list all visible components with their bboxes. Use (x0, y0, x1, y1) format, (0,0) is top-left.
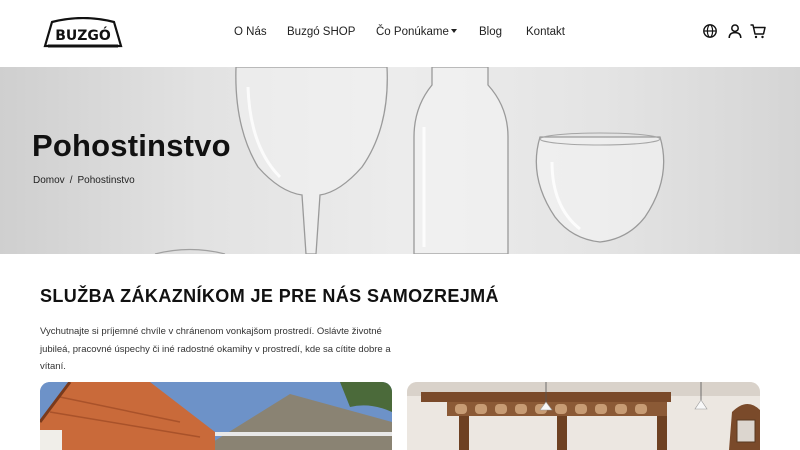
breadcrumb: Domov / Pohostinstvo (33, 175, 135, 186)
nav-item-co-ponukame[interactable]: Čo Ponúkame (376, 26, 457, 38)
nav-item-o-nas[interactable]: O Nás (234, 26, 267, 38)
chevron-down-icon (450, 28, 457, 33)
nav-item-shop[interactable]: Buzgó SHOP (287, 26, 355, 38)
terrace-photo (40, 382, 392, 450)
breadcrumb-separator: / (69, 175, 73, 186)
page-title: Pohostinstvo (32, 128, 231, 163)
terrace-roof-image (40, 382, 392, 450)
interior-beams-image (407, 382, 760, 450)
breadcrumb-current: Pohostinstvo (77, 175, 135, 186)
nav-item-blog[interactable]: Blog (479, 26, 502, 38)
site-header: BUZGÓ O Nás Buzgó SHOP Čo Ponúkame Blog … (0, 0, 800, 67)
breadcrumb-home-link[interactable]: Domov (33, 175, 65, 186)
user-icon[interactable] (726, 22, 744, 40)
intro-paragraph: Vychutnajte si príjemné chvíle v chránen… (40, 326, 391, 372)
nav-item-kontakt[interactable]: Kontakt (526, 26, 565, 38)
cart-icon[interactable] (749, 22, 767, 40)
hero-banner: Pohostinstvo Domov / Pohostinstvo (0, 67, 800, 254)
section-heading: SLUŽBA ZÁKAZNÍKOM JE PRE NÁS SAMOZREJMÁ (40, 286, 499, 306)
interior-photo (407, 382, 760, 450)
main-nav: O Nás Buzgó SHOP Čo Ponúkame Blog Kontak… (0, 0, 800, 67)
nav-item-co-ponukame-label: Čo Ponúkame (376, 26, 449, 38)
globe-icon[interactable] (701, 22, 719, 40)
